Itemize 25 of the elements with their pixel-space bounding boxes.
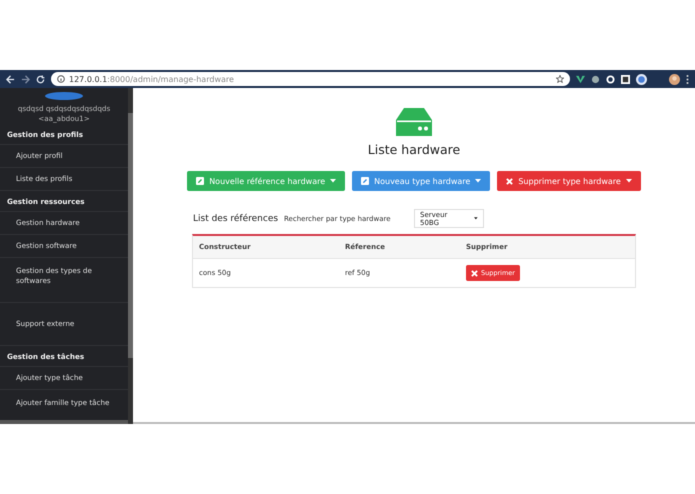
forward-icon[interactable] (21, 74, 30, 84)
dropdown-button[interactable]: Supprimer type hardware (497, 171, 641, 191)
scrollbar[interactable] (0, 420, 128, 424)
profile-avatar-icon[interactable] (669, 74, 680, 84)
list-heading: List des références (193, 214, 280, 224)
caret-icon (474, 217, 478, 220)
close-icon (471, 270, 478, 276)
page-title: Liste hardware (368, 142, 460, 157)
scrollbar[interactable] (128, 88, 133, 424)
caret-icon (626, 179, 632, 183)
hard-drive-icon (396, 108, 432, 136)
avatar (45, 92, 83, 100)
menu-icon[interactable] (686, 74, 689, 84)
edit-icon (196, 177, 204, 185)
address-bar[interactable]: 127.0.0.1:8000/admin/manage-hardware (51, 72, 570, 86)
edit-icon (361, 177, 370, 185)
close-icon (506, 178, 514, 184)
back-icon[interactable] (6, 74, 15, 84)
extension-icon[interactable] (636, 74, 647, 84)
caret-icon (330, 179, 336, 183)
star-icon[interactable] (556, 75, 564, 83)
caret-icon (475, 179, 482, 183)
reload-icon[interactable] (36, 74, 45, 84)
url-text: 127.0.0.1:8000/admin/manage-hardware (69, 74, 234, 84)
info-icon (57, 75, 65, 83)
